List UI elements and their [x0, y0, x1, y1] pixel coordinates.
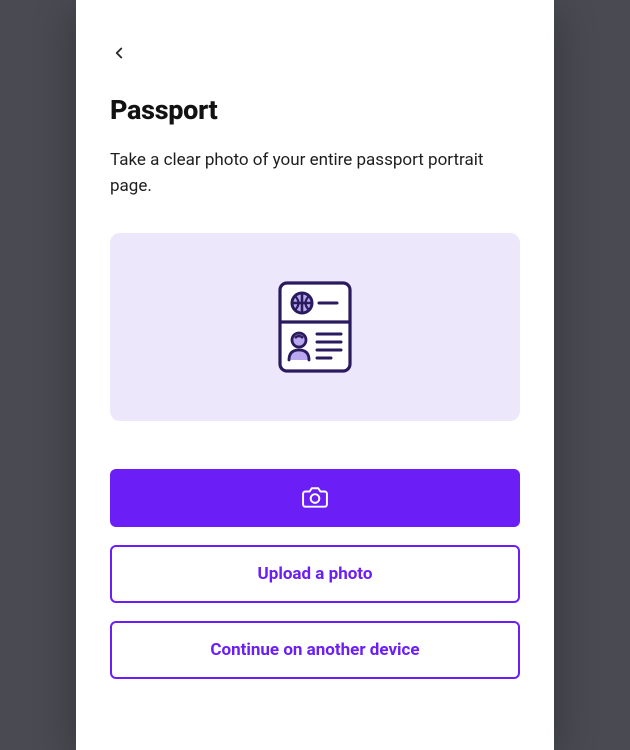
chevron-left-icon [110, 44, 128, 62]
upload-photo-label: Upload a photo [258, 564, 373, 584]
upload-photo-button[interactable]: Upload a photo [110, 545, 520, 603]
passport-illustration-panel [110, 233, 520, 421]
camera-icon [302, 487, 328, 509]
back-button[interactable] [110, 44, 128, 62]
take-photo-button[interactable] [110, 469, 520, 527]
verification-card: Passport Take a clear photo of your enti… [76, 0, 554, 750]
page-title: Passport [110, 94, 520, 126]
page-subtitle: Take a clear photo of your entire passpo… [110, 148, 520, 199]
passport-icon [277, 280, 353, 374]
back-row [110, 0, 520, 94]
continue-another-device-label: Continue on another device [210, 640, 419, 660]
continue-another-device-button[interactable]: Continue on another device [110, 621, 520, 679]
